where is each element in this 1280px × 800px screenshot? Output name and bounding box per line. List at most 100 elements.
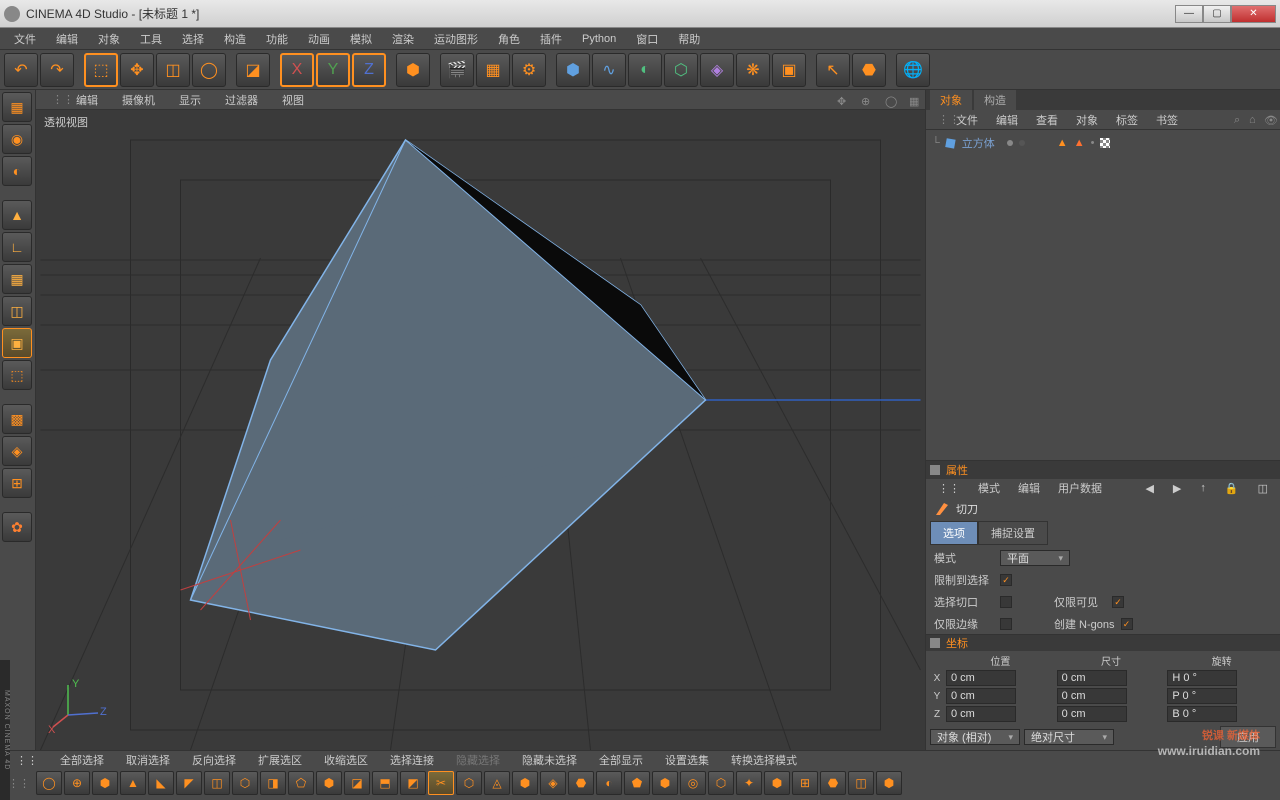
nurbs-button[interactable]: ◐ — [628, 53, 662, 87]
spline-button[interactable]: ∿ — [592, 53, 626, 87]
viewport-solo-button[interactable]: ◈ — [2, 436, 32, 466]
obj-menu-edit[interactable]: 编辑 — [988, 110, 1026, 130]
size-y-field[interactable] — [1057, 688, 1127, 704]
render-pv-button[interactable]: ▦ — [476, 53, 510, 87]
grip-icon[interactable]: ⋮⋮ — [930, 111, 946, 128]
content-browser-button[interactable]: 🌐 — [896, 53, 930, 87]
rot-h-field[interactable] — [1167, 670, 1237, 686]
camera-button[interactable]: ▣ — [772, 53, 806, 87]
cmd-10[interactable]: ⬠ — [288, 771, 314, 795]
hide-sel[interactable]: 隐藏选择 — [446, 751, 510, 769]
undo-button[interactable]: ↶ — [4, 53, 38, 87]
obj-menu-bookmark[interactable]: 书签 — [1148, 110, 1186, 130]
obj-menu-tag[interactable]: 标签 — [1108, 110, 1146, 130]
phong-tag-icon[interactable]: ▲ — [1057, 137, 1068, 149]
new-icon[interactable]: ◫ — [1250, 481, 1276, 496]
rot-p-field[interactable] — [1167, 688, 1237, 704]
obj-menu-file[interactable]: 文件 — [948, 110, 986, 130]
cmd-20[interactable]: ⬣ — [568, 771, 594, 795]
cmd-3[interactable]: ⬢ — [92, 771, 118, 795]
object-mode-button[interactable]: ◉ — [2, 124, 32, 154]
enable-axis-button[interactable]: ▩ — [2, 404, 32, 434]
model-mode-button[interactable]: ▦ — [2, 92, 32, 122]
cmd-9[interactable]: ◨ — [260, 771, 286, 795]
grip-icon[interactable]: ⋮⋮ — [42, 91, 62, 108]
sel-none[interactable]: 取消选择 — [116, 751, 180, 769]
modeling-button[interactable]: ⬡ — [664, 53, 698, 87]
point-mode-button[interactable]: ▲ — [2, 200, 32, 230]
cmd-knife[interactable]: ✂ — [428, 771, 454, 795]
set-selset[interactable]: 设置选集 — [655, 751, 719, 769]
cmd-30[interactable]: ◫ — [848, 771, 874, 795]
texture-mode-button[interactable]: ◐ — [2, 156, 32, 186]
tab-objects[interactable]: 对象 — [930, 90, 972, 110]
attr-menu-edit[interactable]: 编辑 — [1010, 479, 1048, 497]
tab-options[interactable]: 选项 — [930, 521, 978, 545]
menu-file[interactable]: 文件 — [6, 29, 44, 49]
primitive-button[interactable]: ⬢ — [556, 53, 590, 87]
select-tool[interactable]: ⬚ — [84, 53, 118, 87]
last-tool[interactable]: ◪ — [236, 53, 270, 87]
close-button[interactable]: ✕ — [1231, 5, 1276, 23]
cmd-16[interactable]: ⬡ — [456, 771, 482, 795]
environment-button[interactable]: ❋ — [736, 53, 770, 87]
sel-grow[interactable]: 扩展选区 — [248, 751, 312, 769]
scale-tool[interactable]: ◫ — [156, 53, 190, 87]
rotate-tool[interactable]: ◯ — [192, 53, 226, 87]
uv-point-button[interactable]: ▣ — [2, 328, 32, 358]
collapse-icon[interactable] — [930, 638, 940, 648]
vp-menu-view[interactable]: 视图 — [272, 90, 314, 110]
cmd-24[interactable]: ◎ — [680, 771, 706, 795]
menu-character[interactable]: 角色 — [490, 29, 528, 49]
vp-rotate-icon[interactable]: ◯ — [875, 93, 895, 107]
cmd-19[interactable]: ◈ — [540, 771, 566, 795]
cmd-17[interactable]: ◬ — [484, 771, 510, 795]
vp-layout-icon[interactable]: ▦ — [899, 93, 919, 107]
menu-plugin[interactable]: 插件 — [532, 29, 570, 49]
menu-render[interactable]: 渲染 — [384, 29, 422, 49]
size-mode-dropdown[interactable]: 绝对尺寸 — [1024, 729, 1114, 745]
mode-dropdown[interactable]: 平面 — [1000, 550, 1070, 566]
menu-function[interactable]: 功能 — [258, 29, 296, 49]
obj-menu-object[interactable]: 对象 — [1068, 110, 1106, 130]
sel-invert[interactable]: 反向选择 — [182, 751, 246, 769]
coord-system-button[interactable]: ⬢ — [396, 53, 430, 87]
attr-menu-mode[interactable]: 模式 — [970, 479, 1008, 497]
cmd-22[interactable]: ⬟ — [624, 771, 650, 795]
snap-button[interactable]: ⊞ — [2, 468, 32, 498]
pos-x-field[interactable] — [946, 670, 1016, 686]
tab-snap[interactable]: 捕捉设置 — [978, 521, 1048, 545]
cmd-1[interactable]: ◯ — [36, 771, 62, 795]
vp-menu-camera[interactable]: 摄像机 — [112, 90, 165, 110]
vp-menu-filter[interactable]: 过滤器 — [215, 90, 268, 110]
texture-tag-icon[interactable] — [1100, 138, 1110, 148]
rot-b-field[interactable] — [1167, 706, 1237, 722]
menu-python[interactable]: Python — [574, 31, 624, 47]
apply-button[interactable]: 应用 — [1220, 726, 1276, 748]
deformer-button[interactable]: ◈ — [700, 53, 734, 87]
object-tree[interactable]: └ 立方体 ▲ ▲ • — [926, 130, 1280, 460]
sel-connected[interactable]: 选择连接 — [380, 751, 444, 769]
vp-zoom-icon[interactable]: ⊕ — [851, 93, 871, 107]
size-x-field[interactable] — [1057, 670, 1127, 686]
cmd-11[interactable]: ⬢ — [316, 771, 342, 795]
menu-animate[interactable]: 动画 — [300, 29, 338, 49]
nav-up-icon[interactable]: ↑ — [1192, 481, 1214, 496]
axis-z-button[interactable]: Z — [352, 53, 386, 87]
cmd-4[interactable]: ▲ — [120, 771, 146, 795]
eye-icon[interactable]: 👁 — [1264, 114, 1276, 126]
lock-icon[interactable]: 🔒 — [1217, 481, 1247, 496]
cmd-6[interactable]: ◤ — [176, 771, 202, 795]
attr-menu-userdata[interactable]: 用户数据 — [1050, 479, 1110, 497]
sel-cut-checkbox[interactable] — [1000, 596, 1012, 608]
vp-menu-display[interactable]: 显示 — [169, 90, 211, 110]
grip-icon[interactable]: ⋮⋮ — [6, 753, 48, 768]
pos-y-field[interactable] — [946, 688, 1016, 704]
sel-all[interactable]: 全部选择 — [50, 751, 114, 769]
convert-sel[interactable]: 转换选择模式 — [721, 751, 807, 769]
tree-item-cube[interactable]: └ 立方体 ▲ ▲ • — [930, 134, 1276, 152]
cmd-31[interactable]: ⬢ — [876, 771, 902, 795]
render-view-button[interactable]: 🎬 — [440, 53, 474, 87]
show-all[interactable]: 全部显示 — [589, 751, 653, 769]
render-settings-button[interactable]: ⚙ — [512, 53, 546, 87]
